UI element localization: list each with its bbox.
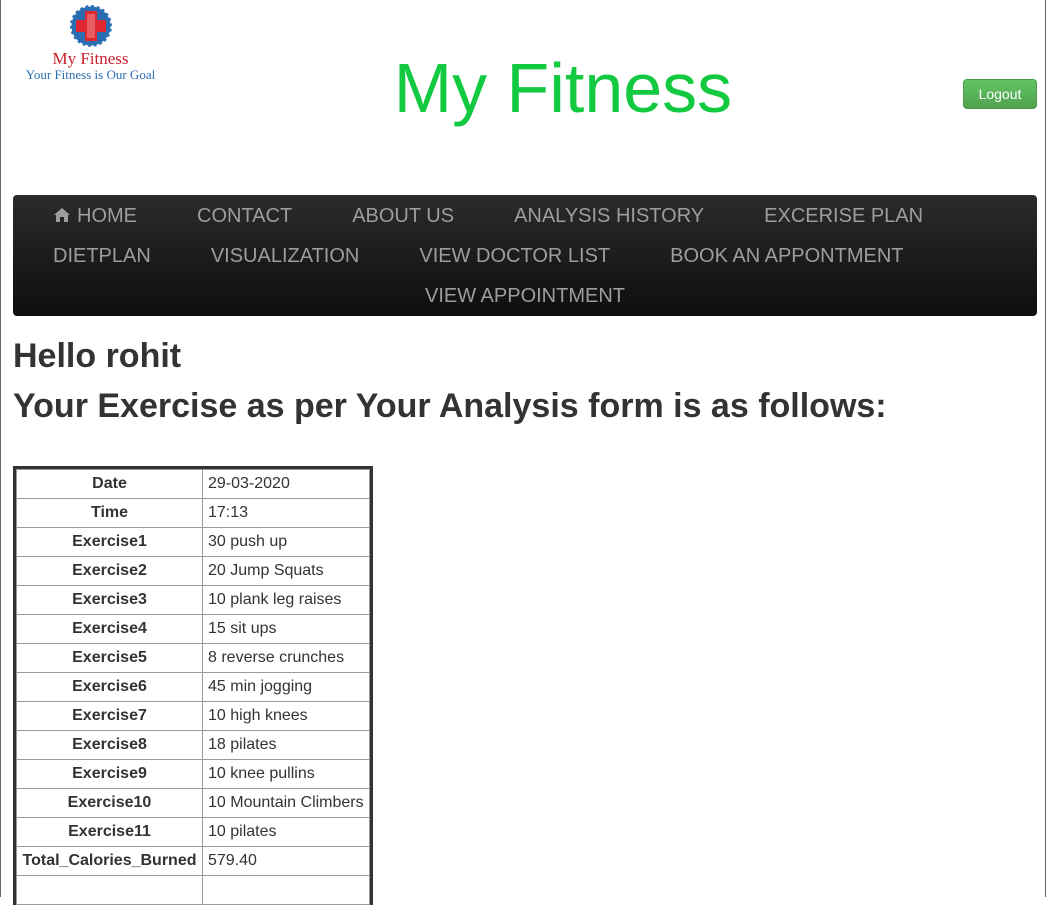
row-label <box>16 875 203 905</box>
row-label: Exercise6 <box>16 672 203 702</box>
row-value: 579.40 <box>202 846 370 876</box>
row-label: Exercise9 <box>16 759 203 789</box>
row-label: Exercise3 <box>16 585 203 615</box>
row-value <box>202 875 370 905</box>
row-label: Exercise10 <box>16 788 203 818</box>
main-navbar: HOME CONTACT ABOUT US ANALYSIS HISTORY E… <box>13 195 1037 316</box>
table-row: Time 17:13 <box>16 498 370 528</box>
row-label: Exercise1 <box>16 527 203 557</box>
row-value: 18 pilates <box>202 730 370 760</box>
nav-item-label: HOME <box>77 204 137 227</box>
row-value: 30 push up <box>202 527 370 557</box>
row-value: 29-03-2020 <box>202 469 370 499</box>
row-label: Exercise8 <box>16 730 203 760</box>
home-icon <box>54 207 70 222</box>
nav-item-exercise-plan[interactable]: EXCERISE PLAN <box>764 205 954 228</box>
nav-item-analysis-history[interactable]: ANALYSIS HISTORY <box>514 205 735 228</box>
row-label: Exercise5 <box>16 643 203 673</box>
table-row: Exercise8 18 pilates <box>16 730 370 760</box>
table-row: Exercise2 20 Jump Squats <box>16 556 370 586</box>
table-row: Exercise11 10 pilates <box>16 817 370 847</box>
row-value: 45 min jogging <box>202 672 370 702</box>
row-label: Exercise4 <box>16 614 203 644</box>
nav-item-view-doctor-list[interactable]: VIEW DOCTOR LIST <box>419 245 641 268</box>
exercise-table: Date 29-03-2020 Time 17:13 Exercise1 30 push … <box>16 469 370 905</box>
medical-cross-logo-icon <box>68 4 113 48</box>
row-label: Total_Calories_Burned <box>16 846 203 876</box>
nav-row-1: HOME CONTACT ABOUT US ANALYSIS HISTORY E… <box>13 196 1037 236</box>
table-row <box>16 875 370 905</box>
nav-item-view-appointment[interactable]: VIEW APPOINTMENT <box>425 285 625 308</box>
exercise-table-container: Date 29-03-2020 Time 17:13 Exercise1 30 push … <box>13 466 373 905</box>
row-value: 10 plank leg raises <box>202 585 370 615</box>
table-row: Exercise7 10 high knees <box>16 701 370 731</box>
greeting-heading: Hello rohit <box>13 337 182 375</box>
row-value: 20 Jump Squats <box>202 556 370 586</box>
nav-row-3: VIEW APPOINTMENT <box>13 276 1037 316</box>
row-value: 10 pilates <box>202 817 370 847</box>
row-value: 17:13 <box>202 498 370 528</box>
page-subtitle: Your Exercise as per Your Analysis form … <box>13 387 887 425</box>
table-row: Exercise10 10 Mountain Climbers <box>16 788 370 818</box>
row-value: 10 high knees <box>202 701 370 731</box>
site-title: My Fitness <box>393 49 733 127</box>
table-row: Exercise1 30 push up <box>16 527 370 557</box>
nav-item-dietplan[interactable]: DIETPLAN <box>53 245 182 268</box>
nav-item-book-appointment[interactable]: BOOK AN APPONTMENT <box>670 245 934 268</box>
row-label: Date <box>16 469 203 499</box>
row-value: 10 knee pullins <box>202 759 370 789</box>
row-value: 8 reverse crunches <box>202 643 370 673</box>
row-value: 15 sit ups <box>202 614 370 644</box>
row-value: 10 Mountain Climbers <box>202 788 370 818</box>
nav-item-contact[interactable]: CONTACT <box>197 205 323 228</box>
row-label: Time <box>16 498 203 528</box>
nav-item-about-us[interactable]: ABOUT US <box>352 205 485 228</box>
row-label: Exercise2 <box>16 556 203 586</box>
table-row: Date 29-03-2020 <box>16 469 370 499</box>
nav-item-visualization[interactable]: VISUALIZATION <box>211 245 391 268</box>
table-row: Exercise5 8 reverse crunches <box>16 643 370 673</box>
table-row: Exercise3 10 plank leg raises <box>16 585 370 615</box>
exercise-table-body: Date 29-03-2020 Time 17:13 Exercise1 30 push … <box>16 469 370 905</box>
table-row: Total_Calories_Burned 579.40 <box>16 846 370 876</box>
nav-row-2: DIETPLAN VISUALIZATION VIEW DOCTOR LIST … <box>13 236 1037 276</box>
table-row: Exercise9 10 knee pullins <box>16 759 370 789</box>
row-label: Exercise7 <box>16 701 203 731</box>
logout-button[interactable]: Logout <box>963 79 1037 109</box>
table-row: Exercise6 45 min jogging <box>16 672 370 702</box>
nav-item-home[interactable]: HOME <box>53 205 168 228</box>
row-label: Exercise11 <box>16 817 203 847</box>
table-row: Exercise4 15 sit ups <box>16 614 370 644</box>
